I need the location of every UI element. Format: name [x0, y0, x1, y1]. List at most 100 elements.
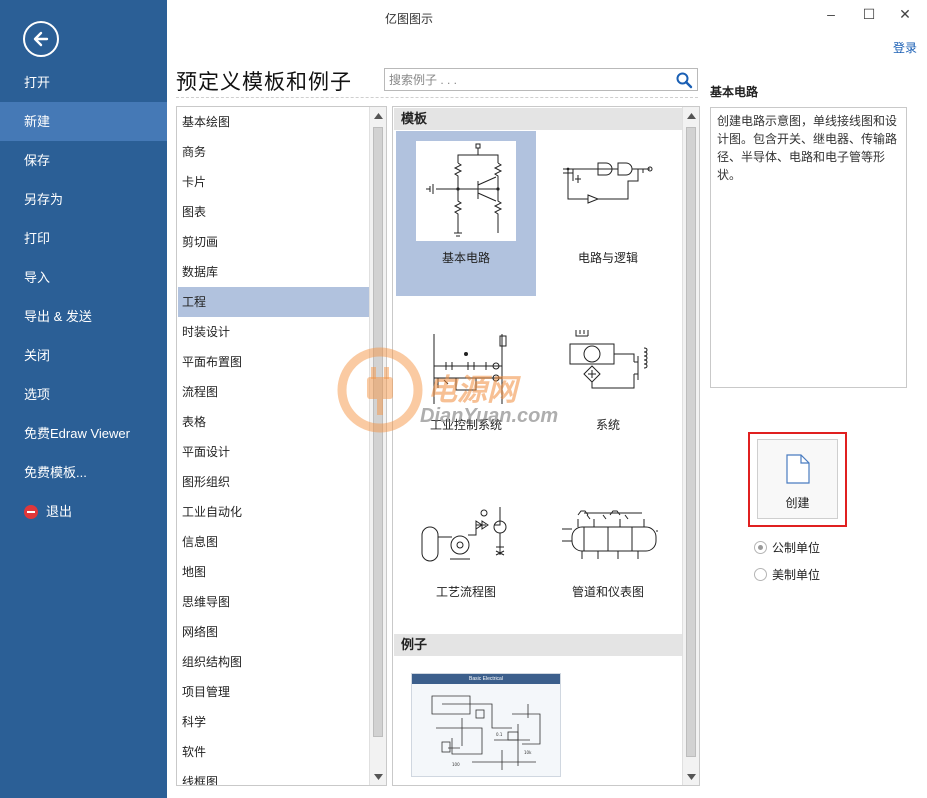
- radio-unchecked-icon[interactable]: [754, 568, 767, 581]
- login-link[interactable]: 登录: [893, 39, 917, 56]
- category-item[interactable]: 平面设计: [178, 437, 370, 467]
- category-item[interactable]: 组织结构图: [178, 647, 370, 677]
- scrollbar-thumb[interactable]: [686, 127, 696, 757]
- template-label: 系统: [595, 418, 620, 432]
- new-document-icon: [786, 454, 810, 484]
- metric-units-option[interactable]: 公制单位: [754, 539, 820, 556]
- template-label: 电路与逻辑: [577, 251, 638, 265]
- create-button[interactable]: 创建: [757, 439, 838, 519]
- minimize-button[interactable]: –: [816, 4, 846, 24]
- scrollbar-thumb[interactable]: [373, 127, 383, 737]
- template-system[interactable]: 系统: [538, 298, 678, 463]
- template-label: 工艺流程图: [435, 585, 496, 599]
- template-gallery: 模板 基本电路 电路与逻辑 工业控制系统 系统 工艺流程图 管道和仪表图 例子 …: [392, 106, 700, 786]
- sidebar-item-new[interactable]: 新建: [0, 102, 167, 141]
- sidebar-item-save-as[interactable]: 另存为: [0, 180, 167, 219]
- sidebar-item-label: 选项: [24, 387, 51, 402]
- sidebar-item-exit[interactable]: 退出: [0, 492, 167, 531]
- template-description: 创建电路示意图，单线接线图和设计图。包含开关、继电器、传输路径、半导体、电路和电…: [710, 107, 907, 388]
- sidebar-item-label: 新建: [24, 114, 51, 129]
- gallery-scrollbar[interactable]: [682, 107, 699, 785]
- sidebar-item-label: 导入: [24, 270, 51, 285]
- system-thumbnail: [558, 308, 658, 408]
- template-label: 管道和仪表图: [571, 585, 644, 599]
- search-input[interactable]: [385, 69, 665, 90]
- category-item[interactable]: 流程图: [178, 377, 370, 407]
- category-panel: 基本绘图 商务 卡片 图表 剪切画 数据库 工程 时装设计 平面布置图 流程图 …: [176, 106, 387, 786]
- sidebar-item-free-viewer[interactable]: 免费Edraw Viewer: [0, 414, 167, 453]
- us-units-option[interactable]: 美制单位: [754, 566, 820, 583]
- category-item[interactable]: 项目管理: [178, 677, 370, 707]
- svg-text:10k: 10k: [524, 750, 532, 755]
- template-process-flow[interactable]: 工艺流程图: [396, 465, 536, 630]
- category-item[interactable]: 商务: [178, 137, 370, 167]
- search-box: [384, 68, 698, 91]
- template-basic-circuit[interactable]: 基本电路: [396, 131, 536, 296]
- header-divider: [176, 97, 698, 98]
- sidebar-item-export-send[interactable]: 导出 & 发送: [0, 297, 167, 336]
- sidebar-item-print[interactable]: 打印: [0, 219, 167, 258]
- example-basic-electrical[interactable]: Basic Electrical 0.1 10k 100: [411, 673, 561, 777]
- sidebar-item-open[interactable]: 打开: [0, 63, 167, 102]
- category-item[interactable]: 思维导图: [178, 587, 370, 617]
- scroll-down-icon[interactable]: [683, 768, 699, 785]
- examples-heading: 例子: [394, 634, 683, 656]
- industrial-control-thumbnail: [416, 308, 516, 408]
- basic-circuit-thumbnail: [416, 141, 516, 241]
- sidebar-item-close[interactable]: 关闭: [0, 336, 167, 375]
- example-title: Basic Electrical: [412, 674, 560, 684]
- sidebar-menu: 打开 新建 保存 另存为 打印 导入 导出 & 发送 关闭 选项 免费Edraw…: [0, 63, 167, 531]
- window-title: 亿图图示: [385, 12, 434, 26]
- circuit-logic-thumbnail: [558, 141, 658, 241]
- category-item[interactable]: 图形组织: [178, 467, 370, 497]
- template-circuit-logic[interactable]: 电路与逻辑: [538, 131, 678, 296]
- back-arrow-icon: [33, 31, 49, 47]
- piping-instrumentation-thumbnail: [558, 475, 658, 575]
- sidebar-item-save[interactable]: 保存: [0, 141, 167, 180]
- category-item[interactable]: 时装设计: [178, 317, 370, 347]
- maximize-button[interactable]: ☐: [854, 4, 884, 24]
- radio-checked-icon[interactable]: [754, 541, 767, 554]
- template-label: 基本电路: [441, 251, 490, 265]
- create-label: 创建: [785, 496, 810, 510]
- sidebar-item-label: 免费Edraw Viewer: [24, 426, 130, 441]
- category-item[interactable]: 地图: [178, 557, 370, 587]
- close-button[interactable]: ✕: [890, 4, 920, 24]
- category-item[interactable]: 图表: [178, 197, 370, 227]
- category-item[interactable]: 卡片: [178, 167, 370, 197]
- sidebar-item-options[interactable]: 选项: [0, 375, 167, 414]
- example-thumbnail: 0.1 10k 100: [431, 695, 541, 770]
- unit-label: 公制单位: [772, 541, 821, 555]
- process-flow-thumbnail: [416, 475, 516, 575]
- sidebar-item-label: 另存为: [24, 192, 64, 207]
- category-item-selected[interactable]: 工程: [178, 287, 370, 317]
- category-item[interactable]: 软件: [178, 737, 370, 767]
- template-piping-instrumentation[interactable]: 管道和仪表图: [538, 465, 678, 630]
- scroll-down-icon[interactable]: [370, 768, 386, 785]
- template-industrial-control[interactable]: 工业控制系统: [396, 298, 536, 463]
- category-scrollbar[interactable]: [369, 107, 386, 785]
- back-button[interactable]: [23, 21, 59, 57]
- search-icon[interactable]: [675, 71, 693, 89]
- category-item[interactable]: 基本绘图: [178, 107, 370, 137]
- category-item[interactable]: 线框图: [178, 767, 370, 785]
- category-item[interactable]: 网络图: [178, 617, 370, 647]
- sidebar-item-label: 保存: [24, 153, 51, 168]
- category-item[interactable]: 平面布置图: [178, 347, 370, 377]
- scroll-up-icon[interactable]: [370, 107, 386, 124]
- category-item[interactable]: 数据库: [178, 257, 370, 287]
- sidebar-item-import[interactable]: 导入: [0, 258, 167, 297]
- sidebar-item-free-templates[interactable]: 免费模板...: [0, 453, 167, 492]
- sidebar-item-label: 退出: [46, 504, 73, 519]
- category-item[interactable]: 科学: [178, 707, 370, 737]
- sidebar-item-label: 关闭: [24, 348, 51, 363]
- category-item[interactable]: 信息图: [178, 527, 370, 557]
- category-item[interactable]: 表格: [178, 407, 370, 437]
- sidebar-item-label: 打印: [24, 231, 51, 246]
- category-item[interactable]: 工业自动化: [178, 497, 370, 527]
- svg-text:0.1: 0.1: [496, 732, 503, 737]
- svg-text:100: 100: [452, 762, 460, 767]
- template-label: 工业控制系统: [429, 418, 502, 432]
- scroll-up-icon[interactable]: [683, 107, 699, 124]
- category-item[interactable]: 剪切画: [178, 227, 370, 257]
